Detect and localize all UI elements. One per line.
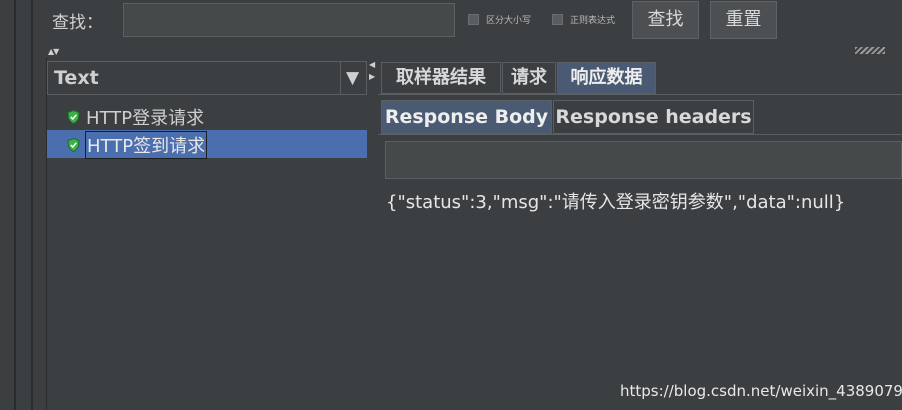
tree-item-label: HTTP签到请求 (85, 131, 208, 159)
regex-label: 正则表达式 (570, 16, 616, 26)
resize-grip-icon[interactable] (855, 47, 885, 54)
tab-response-data[interactable]: 响应数据 (557, 62, 656, 94)
search-label: 查找： (52, 13, 103, 33)
subtab-underline (378, 134, 902, 135)
reset-button[interactable]: 重置 (710, 1, 777, 39)
response-body-text[interactable]: {"status":3,"msg":"请传入登录密钥参数","data":nul… (386, 188, 845, 214)
watermark: https://blog.csdn.net/weixin_43890794 (620, 382, 902, 400)
subtab-response-headers[interactable]: Response headers (553, 100, 754, 134)
tab-underline (378, 94, 902, 95)
chevron-down-icon[interactable]: ▼ (346, 68, 359, 88)
dropdown-separator (340, 62, 341, 94)
tree-item-label: HTTP登录请求 (86, 108, 205, 129)
collapse-expand-icon[interactable]: ▲▼ (48, 47, 59, 56)
tab-sampler-result[interactable]: 取样器结果 (381, 62, 501, 94)
renderer-selector[interactable]: Text ▼ (47, 61, 367, 95)
shield-check-icon (67, 138, 80, 152)
left-sidebar-strip (0, 0, 33, 410)
find-button[interactable]: 查找 (632, 1, 699, 39)
tab-request[interactable]: 请求 (502, 62, 556, 94)
collapse-left-icon[interactable]: ◀ (369, 60, 375, 69)
case-sensitive-label: 区分大小写 (486, 16, 532, 26)
sidebar-divider (31, 0, 33, 410)
split-pane-divider[interactable]: ◀ ▶ (369, 58, 377, 410)
renderer-selected-value: Text (54, 67, 99, 89)
shield-check-icon (67, 110, 80, 124)
collapse-right-icon[interactable]: ▶ (369, 72, 375, 81)
sidebar-divider (14, 0, 16, 410)
subtab-response-body[interactable]: Response Body (381, 100, 552, 134)
tree-item-signin-request[interactable]: HTTP签到请求 (47, 130, 367, 159)
tree-item-login-request[interactable]: HTTP登录请求 (47, 102, 367, 130)
case-sensitive-checkbox[interactable] (468, 14, 479, 25)
search-input[interactable] (123, 3, 455, 37)
response-search-field[interactable] (385, 141, 902, 179)
regex-checkbox[interactable] (552, 14, 563, 25)
